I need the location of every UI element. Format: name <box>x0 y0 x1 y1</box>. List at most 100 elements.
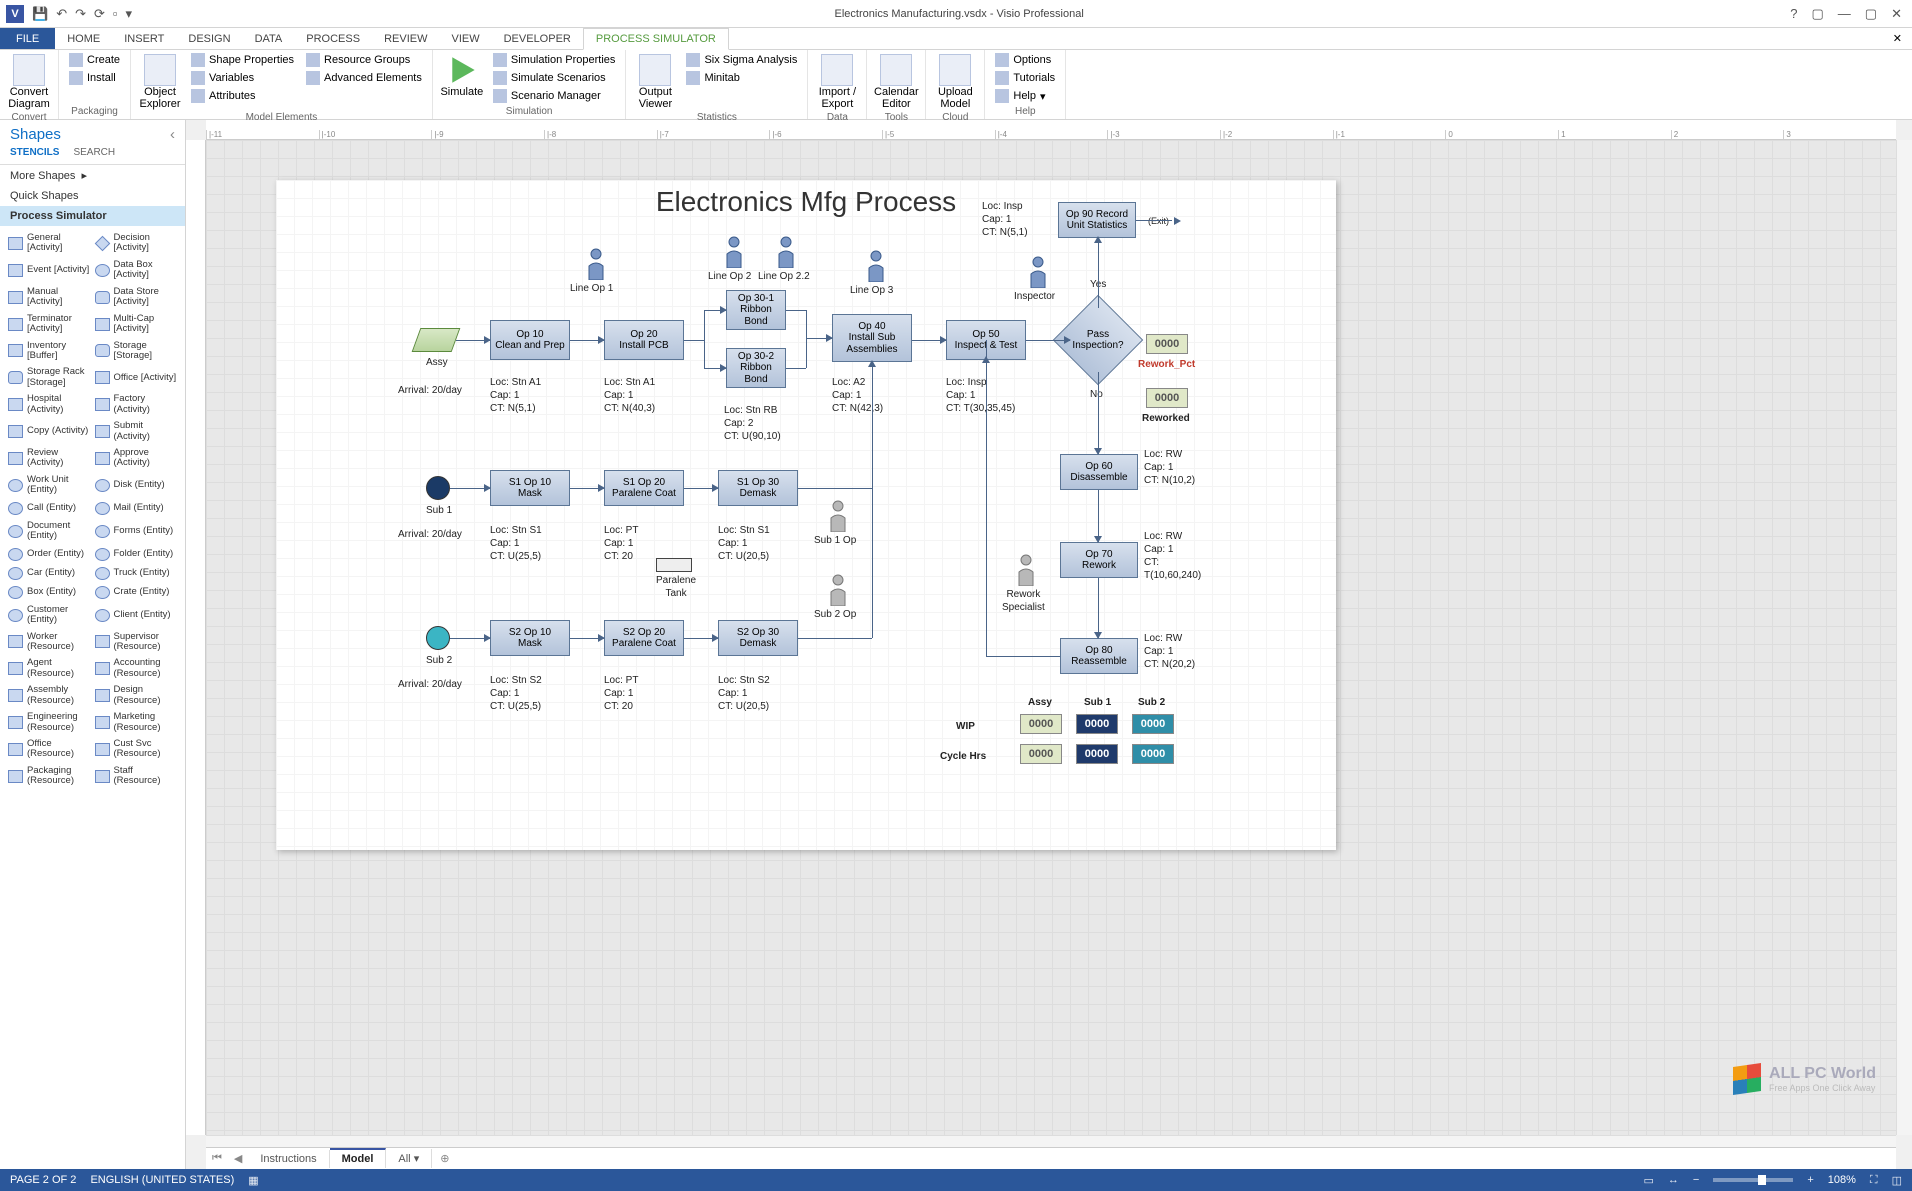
tab-process[interactable]: PROCESS <box>294 28 372 49</box>
shape-stencil-item[interactable]: Forms (Entity) <box>93 518 180 545</box>
cycle-sub1[interactable]: 0000 <box>1076 744 1118 764</box>
person-icon[interactable] <box>1016 554 1036 586</box>
maximize-icon[interactable]: ▢ <box>1865 6 1877 22</box>
shape-stencil-item[interactable]: Disk (Entity) <box>93 472 180 499</box>
calendar-editor-button[interactable]: Calendar Editor <box>873 52 919 110</box>
qat-dropdown-icon[interactable]: ▾ <box>126 6 133 22</box>
language-indicator[interactable]: ENGLISH (UNITED STATES) <box>90 1174 234 1186</box>
shape-stencil-item[interactable]: Data Box [Activity] <box>93 257 180 284</box>
undo-icon[interactable]: ↶ <box>56 6 67 22</box>
pan-zoom-icon[interactable]: ◫ <box>1892 1174 1902 1187</box>
minitab-button[interactable]: Minitab <box>682 70 801 86</box>
shape-stencil-item[interactable]: Office [Activity] <box>93 364 180 391</box>
shape-stencil-item[interactable]: Supervisor (Resource) <box>93 629 180 656</box>
shape-stencil-item[interactable]: Packaging (Resource) <box>6 763 93 790</box>
shape-stencil-item[interactable]: Order (Entity) <box>6 545 93 564</box>
op60-node[interactable]: Op 60 Disassemble <box>1060 454 1138 490</box>
stencils-tab[interactable]: STENCILS <box>10 147 59 158</box>
tab-insert[interactable]: INSERT <box>112 28 176 49</box>
shape-stencil-item[interactable]: Worker (Resource) <box>6 629 93 656</box>
shape-stencil-item[interactable]: Factory (Activity) <box>93 391 180 418</box>
ribbon-display-icon[interactable]: ▢ <box>1812 6 1824 22</box>
s2op10-node[interactable]: S2 Op 10 Mask <box>490 620 570 656</box>
minimize-icon[interactable]: — <box>1838 6 1851 22</box>
install-button[interactable]: Install <box>65 70 124 86</box>
tab-developer[interactable]: DEVELOPER <box>492 28 583 49</box>
wip-assy[interactable]: 0000 <box>1020 714 1062 734</box>
shape-stencil-item[interactable]: Client (Entity) <box>93 602 180 629</box>
zoom-out-icon[interactable]: − <box>1693 1174 1699 1186</box>
tab-nav-prev-icon[interactable]: ◀ <box>228 1152 248 1165</box>
shape-stencil-item[interactable]: Terminator [Activity] <box>6 311 93 338</box>
shape-stencil-item[interactable]: Marketing (Resource) <box>93 709 180 736</box>
options-button[interactable]: Options <box>991 52 1059 68</box>
shape-stencil-item[interactable]: Approve (Activity) <box>93 445 180 472</box>
sub1-entity[interactable] <box>426 476 450 500</box>
shape-stencil-item[interactable]: Cust Svc (Resource) <box>93 736 180 763</box>
cycle-sub2[interactable]: 0000 <box>1132 744 1174 764</box>
sub2-entity[interactable] <box>426 626 450 650</box>
shape-stencil-item[interactable]: Storage [Storage] <box>93 338 180 365</box>
shape-stencil-item[interactable]: Multi-Cap [Activity] <box>93 311 180 338</box>
simulation-properties-button[interactable]: Simulation Properties <box>489 52 620 68</box>
fit-page-icon[interactable]: ↔ <box>1668 1174 1679 1186</box>
shape-stencil-item[interactable]: Decision [Activity] <box>93 230 180 257</box>
shape-stencil-item[interactable]: Folder (Entity) <box>93 545 180 564</box>
canvas-viewport[interactable]: Electronics Mfg Process Line Op 1 Line O… <box>206 140 1896 1135</box>
shape-properties-button[interactable]: Shape Properties <box>187 52 298 68</box>
shape-stencil-item[interactable]: General [Activity] <box>6 230 93 257</box>
s1op10-node[interactable]: S1 Op 10 Mask <box>490 470 570 506</box>
add-sheet-icon[interactable]: ⊕ <box>432 1152 457 1165</box>
shape-stencil-item[interactable]: Mail (Entity) <box>93 499 180 518</box>
variables-button[interactable]: Variables <box>187 70 298 86</box>
simulate-scenarios-button[interactable]: Simulate Scenarios <box>489 70 620 86</box>
refresh-icon[interactable]: ⟳ <box>94 6 105 22</box>
shape-stencil-item[interactable]: Box (Entity) <box>6 583 93 602</box>
tutorials-button[interactable]: Tutorials <box>991 70 1059 86</box>
create-button[interactable]: Create <box>65 52 124 68</box>
search-tab[interactable]: SEARCH <box>73 147 115 158</box>
person-icon[interactable] <box>724 236 744 268</box>
sync-icon[interactable]: ▫ <box>113 6 118 21</box>
wip-sub2[interactable]: 0000 <box>1132 714 1174 734</box>
tab-design[interactable]: DESIGN <box>176 28 242 49</box>
six-sigma-button[interactable]: Six Sigma Analysis <box>682 52 801 68</box>
s2op20-node[interactable]: S2 Op 20 Paralene Coat <box>604 620 684 656</box>
shape-stencil-item[interactable]: Agent (Resource) <box>6 655 93 682</box>
attributes-button[interactable]: Attributes <box>187 88 298 104</box>
collapse-panel-icon[interactable]: ‹ <box>170 126 175 143</box>
sheet-all[interactable]: All ▾ <box>386 1149 432 1168</box>
s1op30-node[interactable]: S1 Op 30 Demask <box>718 470 798 506</box>
zoom-in-icon[interactable]: + <box>1807 1174 1813 1186</box>
op30-2-node[interactable]: Op 30-2 Ribbon Bond <box>726 348 786 388</box>
op30-1-node[interactable]: Op 30-1 Ribbon Bond <box>726 290 786 330</box>
s1op20-node[interactable]: S1 Op 20 Paralene Coat <box>604 470 684 506</box>
op90-node[interactable]: Op 90 Record Unit Statistics <box>1058 202 1136 238</box>
shape-stencil-item[interactable]: Document (Entity) <box>6 518 93 545</box>
tank-icon[interactable] <box>656 558 692 572</box>
resource-groups-button[interactable]: Resource Groups <box>302 52 426 68</box>
collapse-ribbon-icon[interactable]: ✕ <box>1883 28 1912 49</box>
shape-stencil-item[interactable]: Submit (Activity) <box>93 418 180 445</box>
shape-stencil-item[interactable]: Storage Rack [Storage] <box>6 364 93 391</box>
presentation-mode-icon[interactable]: ▭ <box>1643 1174 1653 1187</box>
zoom-level[interactable]: 108% <box>1828 1174 1856 1186</box>
rework-pct-counter[interactable]: 0000 <box>1146 334 1188 354</box>
tab-nav-first-icon[interactable]: ⏮ <box>206 1152 228 1165</box>
tab-data[interactable]: DATA <box>243 28 295 49</box>
shape-stencil-item[interactable]: Assembly (Resource) <box>6 682 93 709</box>
shape-stencil-item[interactable]: Car (Entity) <box>6 564 93 583</box>
reworked-counter[interactable]: 0000 <box>1146 388 1188 408</box>
person-icon[interactable] <box>828 500 848 532</box>
tab-home[interactable]: HOME <box>55 28 112 49</box>
save-icon[interactable]: 💾 <box>32 6 48 22</box>
shape-stencil-item[interactable]: Engineering (Resource) <box>6 709 93 736</box>
shape-stencil-item[interactable]: Accounting (Resource) <box>93 655 180 682</box>
shape-stencil-item[interactable]: Copy (Activity) <box>6 418 93 445</box>
shape-stencil-item[interactable]: Work Unit (Entity) <box>6 472 93 499</box>
op10-node[interactable]: Op 10 Clean and Prep <box>490 320 570 360</box>
tab-review[interactable]: REVIEW <box>372 28 439 49</box>
process-simulator-stencil[interactable]: Process Simulator <box>0 206 185 226</box>
sheet-instructions[interactable]: Instructions <box>248 1150 329 1168</box>
wip-sub1[interactable]: 0000 <box>1076 714 1118 734</box>
